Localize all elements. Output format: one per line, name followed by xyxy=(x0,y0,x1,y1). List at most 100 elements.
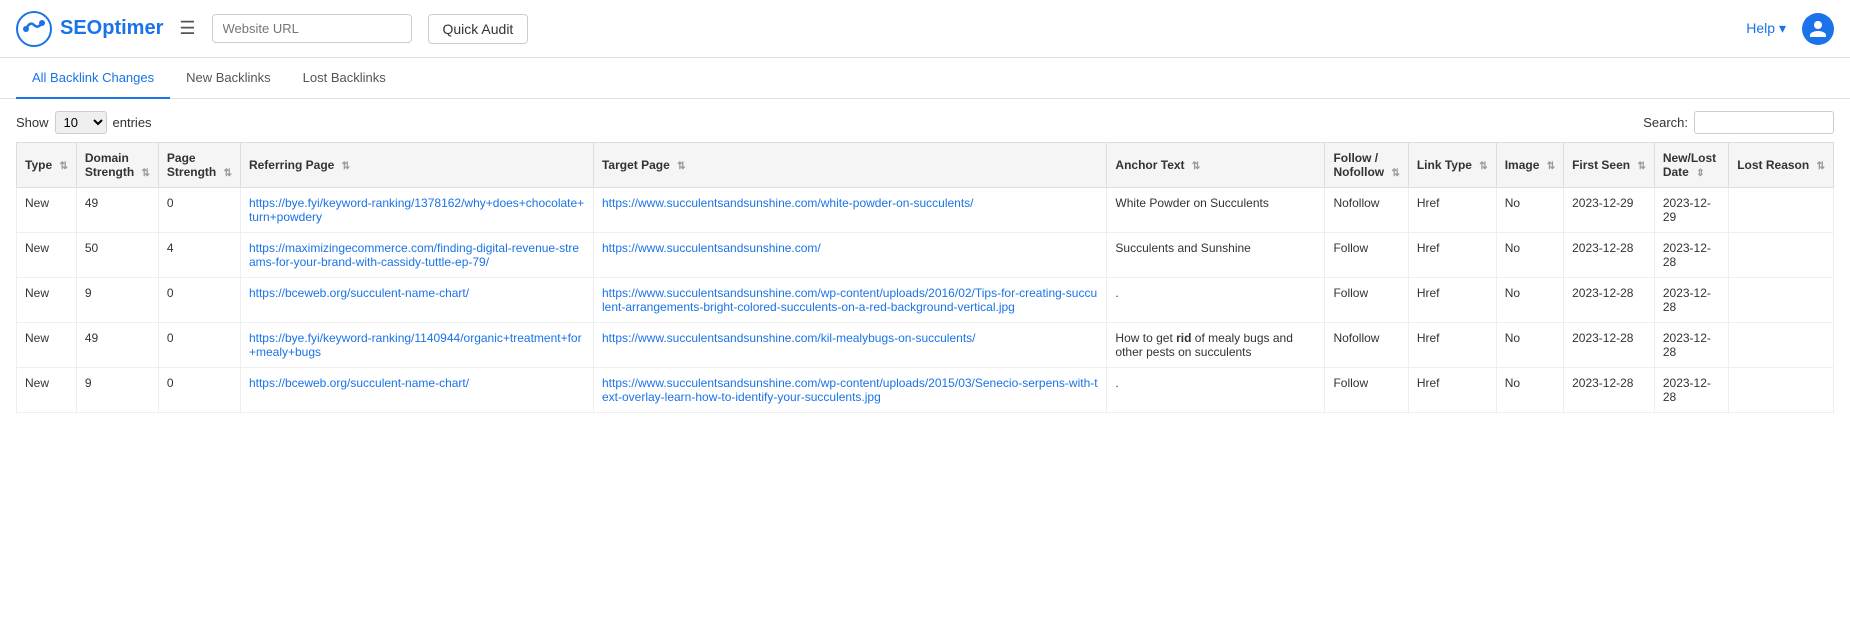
table-cell-link[interactable]: https://bceweb.org/succulent-name-chart/ xyxy=(249,376,469,390)
table-cell: New xyxy=(17,233,77,278)
search-label: Search: xyxy=(1643,115,1688,130)
table-row: New490 https://bye.fyi/keyword-ranking/11… xyxy=(17,323,1834,368)
col-new-lost-date[interactable]: New/LostDate ⇕ xyxy=(1654,143,1728,188)
table-cell: Succulents and Sunshine xyxy=(1107,233,1325,278)
table-cell xyxy=(1729,188,1834,233)
col-referring-page[interactable]: Referring Page ⇅ xyxy=(240,143,593,188)
table-cell-link[interactable]: https://bceweb.org/succulent-name-chart/ xyxy=(249,286,469,300)
col-type[interactable]: Type ⇅ xyxy=(17,143,77,188)
table-cell: Href xyxy=(1408,188,1496,233)
entries-select[interactable]: 10 25 50 100 xyxy=(55,111,107,134)
table-cell-link[interactable]: https://bye.fyi/keyword-ranking/1140944/… xyxy=(249,331,582,359)
table-row: New504 https://maximizingecommerce.com/fi… xyxy=(17,233,1834,278)
table-cell: No xyxy=(1496,233,1563,278)
logo-text: SEOptimer xyxy=(60,17,163,40)
table-cell-link[interactable]: https://bye.fyi/keyword-ranking/1378162/… xyxy=(249,196,584,224)
table-cell: New xyxy=(17,368,77,413)
quick-audit-button[interactable]: Quick Audit xyxy=(428,14,529,44)
table-cell-link[interactable]: https://www.succulentsandsunshine.com/ki… xyxy=(602,331,976,345)
table-row: New90 https://bceweb.org/succulent-name-c… xyxy=(17,368,1834,413)
table-cell: Href xyxy=(1408,323,1496,368)
table-cell: Follow xyxy=(1325,278,1408,323)
search-input[interactable] xyxy=(1694,111,1834,134)
show-entries-control: Show 10 25 50 100 entries xyxy=(16,111,152,134)
table-cell xyxy=(1729,278,1834,323)
table-cell: 2023-12-28 xyxy=(1654,278,1728,323)
table-cell: New xyxy=(17,323,77,368)
hamburger-button[interactable]: ☰ xyxy=(179,18,195,39)
table-cell: 2023-12-29 xyxy=(1564,188,1655,233)
table-cell xyxy=(1729,368,1834,413)
table-cell-link[interactable]: https://www.succulentsandsunshine.com/wp… xyxy=(602,286,1097,314)
table-cell: 2023-12-29 xyxy=(1654,188,1728,233)
logo-icon xyxy=(16,11,52,47)
table-cell: . xyxy=(1107,278,1325,323)
table-container: Type ⇅ DomainStrength ⇅ PageStrength ⇅ R… xyxy=(0,142,1850,413)
table-cell: 4 xyxy=(158,233,240,278)
table-cell-link[interactable]: https://www.succulentsandsunshine.com/ xyxy=(602,241,821,255)
table-cell: Nofollow xyxy=(1325,323,1408,368)
show-label: Show xyxy=(16,115,49,130)
table-cell: 9 xyxy=(76,368,158,413)
table-cell: 2023-12-28 xyxy=(1564,233,1655,278)
col-domain-strength[interactable]: DomainStrength ⇅ xyxy=(76,143,158,188)
help-link[interactable]: Help ▾ xyxy=(1746,20,1786,37)
header: SEOptimer ☰ Quick Audit Help ▾ xyxy=(0,0,1850,58)
table-cell: 0 xyxy=(158,368,240,413)
table-cell: New xyxy=(17,188,77,233)
tab-new-backlinks[interactable]: New Backlinks xyxy=(170,58,287,99)
table-cell: 2023-12-28 xyxy=(1564,323,1655,368)
table-cell: 49 xyxy=(76,188,158,233)
table-cell-link[interactable]: https://www.succulentsandsunshine.com/wp… xyxy=(602,376,1098,404)
table-cell-link[interactable]: https://www.succulentsandsunshine.com/wh… xyxy=(602,196,974,210)
table-cell: 2023-12-28 xyxy=(1654,368,1728,413)
table-header-row: Type ⇅ DomainStrength ⇅ PageStrength ⇅ R… xyxy=(17,143,1834,188)
table-cell: No xyxy=(1496,188,1563,233)
table-cell: 2023-12-28 xyxy=(1654,323,1728,368)
col-lost-reason[interactable]: Lost Reason ⇅ xyxy=(1729,143,1834,188)
table-cell: 2023-12-28 xyxy=(1564,278,1655,323)
table-cell: 49 xyxy=(76,323,158,368)
entries-label: entries xyxy=(113,115,152,130)
tab-all-backlink-changes[interactable]: All Backlink Changes xyxy=(16,58,170,99)
table-cell: 9 xyxy=(76,278,158,323)
search-box: Search: xyxy=(1643,111,1834,134)
table-cell: 0 xyxy=(158,323,240,368)
table-cell: 0 xyxy=(158,188,240,233)
table-cell: No xyxy=(1496,323,1563,368)
table-cell: No xyxy=(1496,278,1563,323)
table-cell xyxy=(1729,323,1834,368)
logo[interactable]: SEOptimer xyxy=(16,11,163,47)
table-cell: No xyxy=(1496,368,1563,413)
user-avatar[interactable] xyxy=(1802,13,1834,45)
col-image[interactable]: Image ⇅ xyxy=(1496,143,1563,188)
table-cell: White Powder on Succulents xyxy=(1107,188,1325,233)
table-cell: Follow xyxy=(1325,368,1408,413)
table-row: New490 https://bye.fyi/keyword-ranking/13… xyxy=(17,188,1834,233)
table-cell: 2023-12-28 xyxy=(1654,233,1728,278)
col-first-seen[interactable]: First Seen ⇅ xyxy=(1564,143,1655,188)
backlinks-table: Type ⇅ DomainStrength ⇅ PageStrength ⇅ R… xyxy=(16,142,1834,413)
table-cell: 50 xyxy=(76,233,158,278)
header-right: Help ▾ xyxy=(1746,13,1834,45)
table-cell: Follow xyxy=(1325,233,1408,278)
tabs-bar: All Backlink Changes New Backlinks Lost … xyxy=(0,58,1850,99)
table-row: New90 https://bceweb.org/succulent-name-c… xyxy=(17,278,1834,323)
tab-lost-backlinks[interactable]: Lost Backlinks xyxy=(287,58,402,99)
table-controls: Show 10 25 50 100 entries Search: xyxy=(0,99,1850,142)
table-cell: Href xyxy=(1408,368,1496,413)
table-cell: Href xyxy=(1408,233,1496,278)
table-cell: Nofollow xyxy=(1325,188,1408,233)
table-cell: New xyxy=(17,278,77,323)
col-follow-nofollow[interactable]: Follow /Nofollow ⇅ xyxy=(1325,143,1408,188)
col-page-strength[interactable]: PageStrength ⇅ xyxy=(158,143,240,188)
col-target-page[interactable]: Target Page ⇅ xyxy=(593,143,1106,188)
table-cell: 0 xyxy=(158,278,240,323)
table-cell: How to get rid of mealy bugs and other p… xyxy=(1107,323,1325,368)
col-anchor-text[interactable]: Anchor Text ⇅ xyxy=(1107,143,1325,188)
table-cell: . xyxy=(1107,368,1325,413)
table-cell-link[interactable]: https://maximizingecommerce.com/finding-… xyxy=(249,241,579,269)
col-link-type[interactable]: Link Type ⇅ xyxy=(1408,143,1496,188)
table-cell: Href xyxy=(1408,278,1496,323)
url-input[interactable] xyxy=(212,14,412,43)
